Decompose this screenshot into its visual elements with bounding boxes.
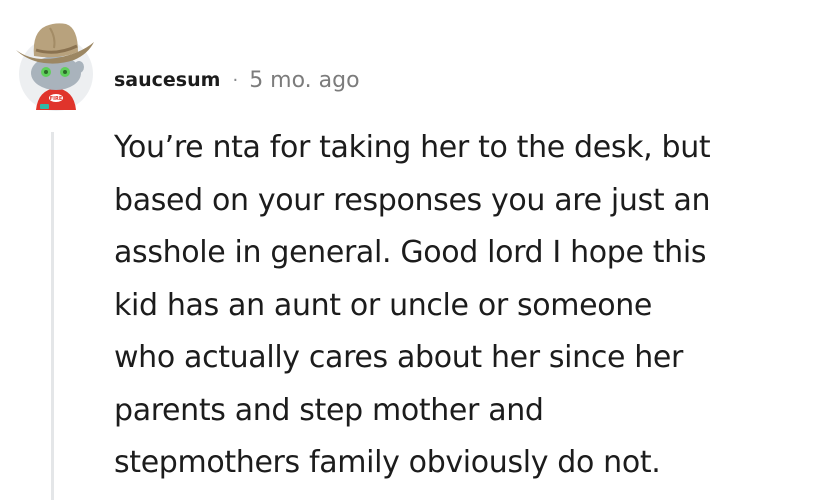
comment-body-line: based on your responses you are just an — [114, 182, 711, 218]
comment-body-line: kid has an aunt or uncle or someone — [114, 287, 653, 323]
comment-body-line: You’re nta for taking her to the desk, b… — [114, 130, 711, 165]
comment: FIRE saucesum · 5 mo. ago You’re nta for… — [0, 0, 827, 500]
snoo-cowboy-avatar-icon: FIRE — [16, 23, 94, 111]
meta-separator: · — [232, 69, 239, 91]
user-avatar[interactable]: FIRE — [14, 18, 98, 116]
thread-line[interactable] — [51, 132, 54, 500]
comment-meta: saucesum · 5 mo. ago — [114, 62, 360, 98]
comment-timestamp[interactable]: 5 mo. ago — [249, 68, 359, 93]
comment-body-line: stepmothers family obviously do not. — [114, 445, 661, 480]
comment-body-line: who actually cares about her since her — [114, 340, 684, 375]
author-username[interactable]: saucesum — [114, 69, 220, 91]
comment-body: You’re nta for taking her to the desk, b… — [114, 122, 804, 490]
shirt-badge-text: FIRE — [50, 96, 63, 102]
comment-body-line: parents and step mother and — [114, 392, 544, 428]
comment-body-line: asshole in general. Good lord I hope thi… — [114, 235, 707, 270]
